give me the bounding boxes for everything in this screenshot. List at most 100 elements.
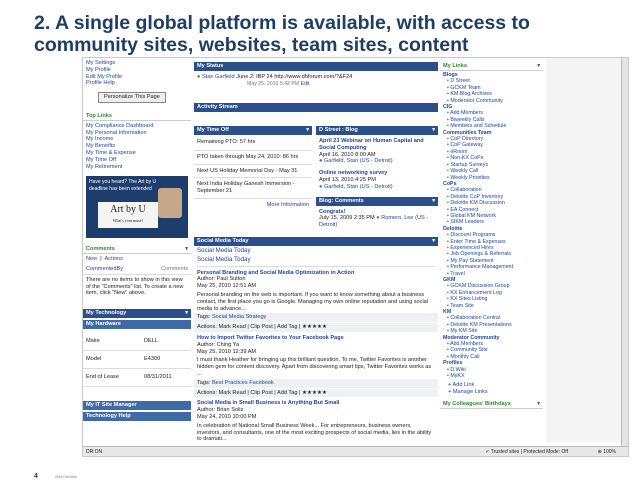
my-profile-link[interactable]: My Profile bbox=[86, 67, 188, 74]
status-left: DR:ON bbox=[86, 449, 103, 455]
link-label: KX Sites Listing bbox=[450, 296, 488, 303]
link-label: CoP Directory bbox=[450, 136, 484, 143]
top-link-item[interactable]: My Personal Information bbox=[86, 130, 188, 137]
hardware-value: DELL bbox=[141, 333, 191, 351]
my-status-bar: My Status bbox=[194, 62, 438, 71]
art-by-u-banner[interactable]: Have you heard? The Art by U deadline ha… bbox=[86, 176, 188, 239]
my-technology-bar: My Technology ▾ bbox=[83, 309, 191, 319]
page-number: 4 bbox=[34, 473, 38, 480]
link-label: Travel bbox=[450, 270, 465, 277]
new-comment-link[interactable]: New bbox=[86, 256, 97, 262]
feed-post: Social Media in Small Business is Anythi… bbox=[194, 400, 438, 443]
chevron-down-icon[interactable]: ▾ bbox=[185, 246, 188, 253]
post-title[interactable]: Social Media in Small Business is Anythi… bbox=[194, 400, 438, 407]
feed-subheading[interactable]: Social Media Today bbox=[194, 256, 438, 264]
blog-comments-title: Blog: Comments bbox=[319, 197, 364, 204]
tags-label: Tags: bbox=[197, 314, 211, 321]
comments-toolbar: New | Actions bbox=[86, 256, 123, 263]
chevron-down-icon[interactable]: ▾ bbox=[537, 62, 540, 71]
link-label: KX Enhancement Log bbox=[450, 289, 502, 296]
tag-links[interactable]: Best Practices Facebook bbox=[212, 380, 274, 386]
chevron-down-icon[interactable]: ▾ bbox=[537, 401, 540, 408]
link-label: SIKM Leaders bbox=[450, 219, 484, 226]
chevron-down-icon[interactable]: ▾ bbox=[432, 197, 435, 206]
zoom-level[interactable]: ⊕ 100% bbox=[598, 447, 616, 456]
next-india-holiday: Next India Holiday Ganesh Immersion - Se… bbox=[194, 178, 312, 199]
social-media-title: Social Media Today bbox=[197, 238, 249, 244]
status-user-name[interactable]: Stan Garfield bbox=[202, 74, 235, 80]
profile-help-link[interactable]: Profile Help bbox=[86, 80, 188, 87]
left-column: My Settings My Profile Edit My Profile P… bbox=[83, 58, 191, 442]
hardware-value: E4300 bbox=[141, 350, 191, 369]
blog-post-author: ● Garfield, Stan (US - Detroit) bbox=[319, 184, 435, 191]
personalize-button[interactable]: Personalize This Page bbox=[98, 92, 166, 103]
time-off-bar: My Time Off ▾ bbox=[194, 126, 312, 135]
my-technology-title: My Technology bbox=[86, 310, 127, 317]
link-label: Collaboration bbox=[450, 187, 482, 194]
blog-post-title[interactable]: April 23 Webinar on Human Capital and So… bbox=[319, 138, 435, 152]
post-actions[interactable]: Actions: Mark Read | Clip Post | Add Tag… bbox=[194, 323, 438, 332]
status-text: June 2: IBP 24 http://www.dhforum.com/?&… bbox=[236, 74, 353, 80]
blog-author-link[interactable]: Garfield, Stan (US - Detroit) bbox=[324, 158, 393, 164]
status-edit-link[interactable]: Edit bbox=[301, 81, 310, 87]
top-link-item[interactable]: My Benefits bbox=[86, 143, 188, 150]
comment-date: July 15, 2009 2:35 PM bbox=[319, 215, 375, 222]
it-site-title: My IT Site Manager bbox=[86, 401, 137, 408]
top-link-item[interactable]: My Income bbox=[86, 136, 188, 143]
scrollbar[interactable] bbox=[621, 58, 628, 446]
edit-profile-link[interactable]: Edit My Profile bbox=[86, 74, 188, 81]
d-street-blog-title: D Street : Blog bbox=[319, 127, 358, 133]
social-media-panel: Social Media Today ▾ Social Media Today S… bbox=[194, 233, 438, 443]
activity-stream-title: Activity Stream bbox=[197, 104, 238, 110]
chevron-down-icon[interactable]: ▾ bbox=[432, 237, 435, 246]
remaining-pto: Remaining PTO: 57 hrs bbox=[194, 135, 312, 151]
comments-column[interactable]: Comments bbox=[161, 266, 188, 273]
my-settings-link[interactable]: My Settings bbox=[86, 60, 188, 67]
chevron-down-icon[interactable]: ▾ bbox=[185, 309, 188, 318]
check-icon: ✔ bbox=[485, 449, 490, 455]
logo-tagline: What's your muse? bbox=[112, 218, 144, 224]
it-site-bar[interactable]: My IT Site Manager bbox=[83, 400, 191, 410]
link-label: Deloitte KM Discussion bbox=[450, 200, 505, 207]
link-label: Startup Surveys bbox=[450, 161, 489, 168]
tech-help-bar[interactable]: Technology Help bbox=[83, 411, 191, 421]
manage-links[interactable]: + Manage Links bbox=[440, 389, 543, 396]
link-label: Weekly Priorities bbox=[450, 174, 490, 181]
chevron-down-icon[interactable]: ▾ bbox=[306, 126, 309, 135]
commented-by-column[interactable]: CommentedBy bbox=[86, 266, 123, 273]
blog-post-title[interactable]: Online networking survey bbox=[319, 170, 435, 177]
blog-author-link[interactable]: Garfield, Stan (US - Detroit) bbox=[324, 184, 393, 190]
link-label: Global KM Network bbox=[450, 212, 496, 219]
tech-help-title: Technology Help bbox=[86, 412, 131, 419]
top-link-item[interactable]: My Time & Expense bbox=[86, 150, 188, 157]
security-zone[interactable]: ✔ Trusted sites | Protected Mode: Off bbox=[485, 447, 568, 456]
top-link-item[interactable]: My Retirement bbox=[86, 164, 188, 171]
add-link[interactable]: + Add Link bbox=[440, 381, 543, 390]
hardware-key: Make bbox=[83, 333, 141, 351]
tag-links[interactable]: Social Media Strategy bbox=[212, 314, 266, 320]
post-actions[interactable]: Actions: Mark Read | Clip Post | Add Tag… bbox=[194, 388, 438, 398]
link-item[interactable]: ▪ MyKX bbox=[443, 373, 540, 379]
more-information-link[interactable]: More Information bbox=[194, 199, 312, 212]
comments-actions-menu[interactable]: Actions bbox=[105, 256, 123, 262]
feed-post: Personal Branding and Social Media Optim… bbox=[194, 270, 438, 332]
link-label: CoP Gateway bbox=[450, 142, 483, 149]
hardware-key: Model bbox=[83, 350, 141, 369]
hardware-value: 08/31/2011 bbox=[141, 368, 191, 387]
post-title[interactable]: How to Import Twitter Favorites to Your … bbox=[194, 335, 438, 342]
post-title[interactable]: Personal Branding and Social Media Optim… bbox=[194, 270, 438, 277]
link-label: D.Wiki bbox=[450, 366, 466, 373]
top-link-item[interactable]: My Compliance Dashboard bbox=[86, 123, 188, 130]
status-date: May 25, 2010 5:42 PM bbox=[247, 80, 300, 87]
link-label: MyKX bbox=[450, 373, 465, 380]
link-label: KM Blog Archives bbox=[450, 91, 492, 98]
link-label: eRoom bbox=[450, 148, 468, 155]
tags-label: Tags: bbox=[197, 379, 211, 386]
activity-stream-bar: Activity Stream bbox=[194, 103, 438, 112]
blog-post-date: April 16, 2010 8:00 AM bbox=[319, 151, 376, 158]
chevron-down-icon[interactable]: ▾ bbox=[432, 126, 435, 135]
comment-title[interactable]: Congrats! bbox=[319, 209, 435, 216]
top-link-item[interactable]: My Time Off bbox=[86, 157, 188, 164]
link-label: Moderator Community bbox=[450, 97, 503, 104]
link-label: Discount Programs bbox=[450, 232, 496, 239]
